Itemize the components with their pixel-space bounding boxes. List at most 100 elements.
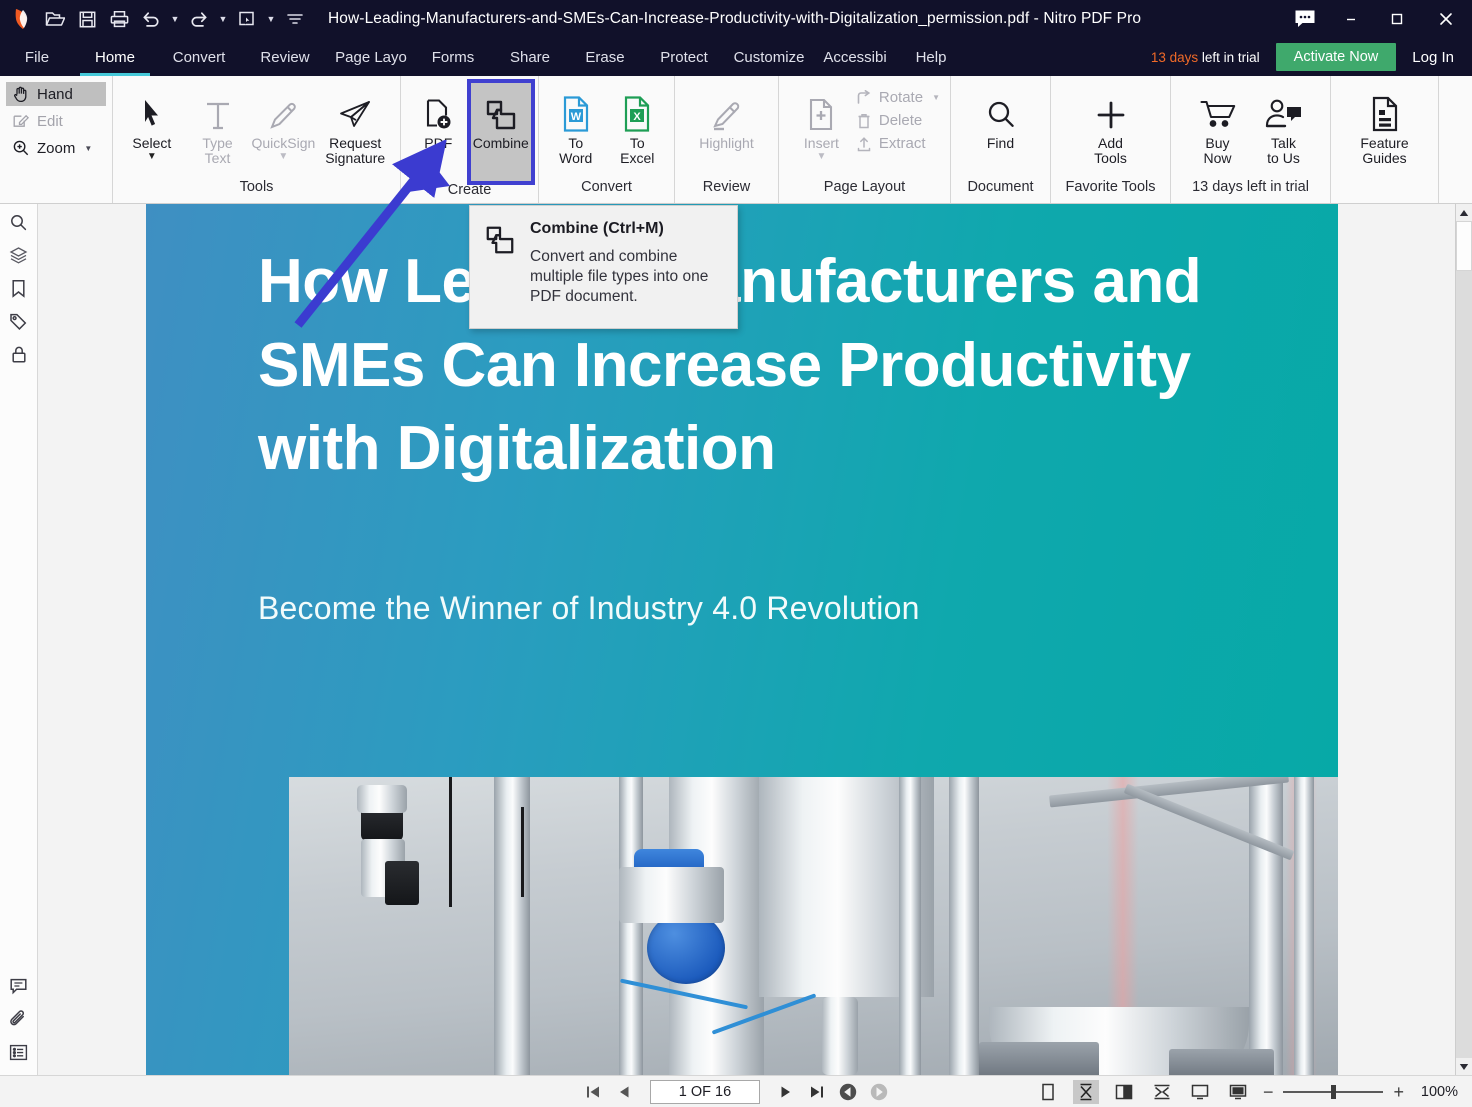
two-page-continuous-view-button[interactable] bbox=[1149, 1080, 1175, 1104]
create-pdf-dropdown-caret-icon[interactable]: ▼ bbox=[433, 152, 443, 162]
highlight-button[interactable]: Highlight bbox=[688, 82, 766, 153]
tab-review[interactable]: Review bbox=[242, 38, 328, 76]
tab-file[interactable]: File bbox=[0, 38, 74, 76]
tab-erase[interactable]: Erase bbox=[568, 38, 642, 76]
rail-comment-icon[interactable] bbox=[0, 970, 38, 1003]
rotate-label: Rotate bbox=[879, 89, 923, 106]
open-icon[interactable] bbox=[40, 4, 70, 34]
page-photo bbox=[289, 777, 1338, 1075]
maximize-button[interactable] bbox=[1374, 0, 1420, 38]
rail-list-icon[interactable] bbox=[0, 1036, 38, 1069]
zoom-in-button[interactable]: + bbox=[1393, 1083, 1404, 1101]
zoom-slider[interactable] bbox=[1283, 1091, 1383, 1093]
customize-toolbar-icon[interactable] bbox=[280, 4, 310, 34]
quicksign-tool-button[interactable]: QuickSign ▼ bbox=[250, 82, 316, 164]
rail-attachment-icon[interactable] bbox=[0, 1003, 38, 1036]
delete-button[interactable]: Delete bbox=[852, 111, 944, 130]
feature-guides-button[interactable]: FeatureGuides bbox=[1346, 82, 1424, 168]
next-page-button[interactable] bbox=[775, 1081, 797, 1103]
tab-accessibility[interactable]: Accessibi bbox=[812, 38, 898, 76]
previous-view-button[interactable] bbox=[837, 1081, 859, 1103]
mode-edit[interactable]: Edit bbox=[6, 109, 106, 133]
rotate-dropdown-caret-icon[interactable]: ▼ bbox=[932, 93, 940, 102]
tooltip-combine-icon bbox=[484, 220, 518, 316]
snapshot-dropdown-caret-icon[interactable]: ▼ bbox=[264, 4, 278, 34]
redo-icon[interactable] bbox=[184, 4, 214, 34]
tab-share[interactable]: Share bbox=[492, 38, 568, 76]
presentation-view-button[interactable] bbox=[1225, 1080, 1251, 1104]
tab-customize[interactable]: Customize bbox=[726, 38, 812, 76]
rail-search-icon[interactable] bbox=[0, 206, 38, 239]
to-excel-button[interactable]: X ToExcel bbox=[607, 82, 669, 168]
type-text-tool-button[interactable]: TypeText bbox=[185, 82, 251, 168]
vertical-scrollbar[interactable] bbox=[1455, 204, 1472, 1075]
trial-days-count: 13 days bbox=[1151, 50, 1198, 65]
continuous-view-button[interactable] bbox=[1073, 1080, 1099, 1104]
cursor-icon bbox=[139, 86, 165, 132]
mode-list: Hand Edit Zoom ▼ bbox=[0, 76, 110, 160]
rotate-button[interactable]: Rotate ▼ bbox=[852, 88, 944, 107]
feedback-icon[interactable] bbox=[1282, 0, 1328, 38]
save-icon[interactable] bbox=[72, 4, 102, 34]
zoom-controls: − + 100% bbox=[1263, 1083, 1458, 1101]
add-tools-button[interactable]: AddTools bbox=[1078, 82, 1144, 168]
scrollbar-track[interactable] bbox=[1456, 271, 1472, 1058]
nitro-logo-icon bbox=[8, 4, 38, 34]
minimize-button[interactable] bbox=[1328, 0, 1374, 38]
buy-now-button[interactable]: BuyNow bbox=[1185, 82, 1251, 168]
scroll-up-button[interactable] bbox=[1456, 204, 1472, 221]
to-word-button[interactable]: W ToWord bbox=[545, 82, 607, 168]
close-button[interactable] bbox=[1420, 0, 1472, 38]
snapshot-icon[interactable] bbox=[232, 4, 262, 34]
pdf-add-icon bbox=[422, 86, 454, 132]
scrollbar-thumb[interactable] bbox=[1456, 221, 1472, 271]
excel-icon: X bbox=[622, 86, 652, 132]
extract-button[interactable]: Extract bbox=[852, 134, 944, 153]
zoom-slider-knob[interactable] bbox=[1331, 1085, 1336, 1099]
select-tool-button[interactable]: Select ▼ bbox=[119, 82, 185, 164]
talk-to-us-button[interactable]: Talkto Us bbox=[1251, 82, 1317, 168]
single-page-view-button[interactable] bbox=[1035, 1080, 1061, 1104]
first-page-button[interactable] bbox=[582, 1081, 604, 1103]
tab-convert[interactable]: Convert bbox=[156, 38, 242, 76]
two-page-view-button[interactable] bbox=[1111, 1080, 1137, 1104]
zoom-dropdown-caret-icon[interactable]: ▼ bbox=[84, 144, 92, 153]
rail-tag-icon[interactable] bbox=[0, 305, 38, 338]
next-view-button[interactable] bbox=[868, 1081, 890, 1103]
page-indicator[interactable]: 1 OF 16 bbox=[650, 1080, 760, 1104]
add-tools-label: AddTools bbox=[1094, 136, 1127, 166]
activate-now-button[interactable]: Activate Now bbox=[1276, 43, 1397, 71]
select-dropdown-caret-icon[interactable]: ▼ bbox=[147, 152, 157, 162]
log-in-link[interactable]: Log In bbox=[1412, 49, 1454, 66]
last-page-button[interactable] bbox=[806, 1081, 828, 1103]
create-pdf-label: PDF bbox=[424, 136, 452, 151]
undo-dropdown-caret-icon[interactable]: ▼ bbox=[168, 4, 182, 34]
quicksign-dropdown-caret-icon[interactable]: ▼ bbox=[278, 152, 288, 162]
create-pdf-button[interactable]: PDF ▼ bbox=[407, 82, 470, 164]
previous-page-button[interactable] bbox=[613, 1081, 635, 1103]
zoom-out-button[interactable]: − bbox=[1263, 1083, 1274, 1101]
mode-edit-label: Edit bbox=[37, 113, 63, 130]
tab-protect[interactable]: Protect bbox=[642, 38, 726, 76]
rail-lock-icon[interactable] bbox=[0, 338, 38, 371]
find-button[interactable]: Find bbox=[968, 82, 1034, 153]
combine-button[interactable]: Combine bbox=[470, 82, 533, 182]
undo-icon[interactable] bbox=[136, 4, 166, 34]
tab-help[interactable]: Help bbox=[898, 38, 964, 76]
fit-screen-view-button[interactable] bbox=[1187, 1080, 1213, 1104]
mode-zoom[interactable]: Zoom ▼ bbox=[6, 136, 106, 160]
ribbon-group-convert-label: Convert bbox=[539, 179, 674, 203]
rail-layers-icon[interactable] bbox=[0, 239, 38, 272]
print-icon[interactable] bbox=[104, 4, 134, 34]
insert-page-button[interactable]: Insert ▼ bbox=[791, 82, 852, 164]
request-signature-button[interactable]: RequestSignature bbox=[316, 82, 394, 168]
mode-hand[interactable]: Hand bbox=[6, 82, 106, 106]
tab-home[interactable]: Home bbox=[74, 38, 156, 76]
document-viewport[interactable]: How Leading Manufacturers and SMEs Can I… bbox=[39, 204, 1456, 1075]
redo-dropdown-caret-icon[interactable]: ▼ bbox=[216, 4, 230, 34]
tab-page-layout[interactable]: Page Layo bbox=[328, 38, 414, 76]
rail-bookmark-icon[interactable] bbox=[0, 272, 38, 305]
scroll-down-button[interactable] bbox=[1456, 1058, 1472, 1075]
tab-forms[interactable]: Forms bbox=[414, 38, 492, 76]
insert-dropdown-caret-icon[interactable]: ▼ bbox=[816, 152, 826, 162]
